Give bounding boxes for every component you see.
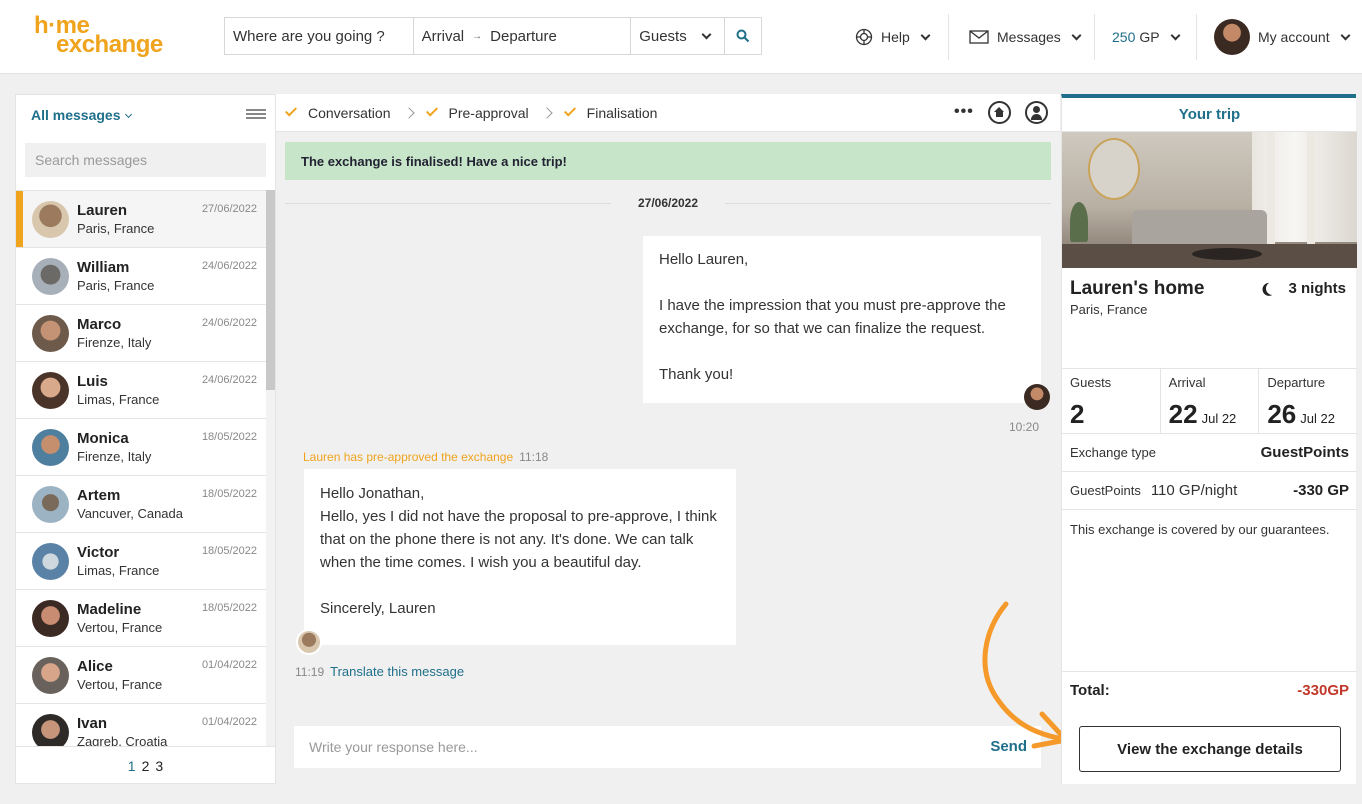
avatar	[32, 429, 69, 466]
message-time: 11:19 Translate this message	[295, 664, 465, 679]
preapproval-note: Lauren has pre-approved the exchange 11:1…	[303, 450, 549, 464]
conversation-item[interactable]: William Paris, France 24/06/2022	[16, 248, 266, 305]
divider	[1196, 14, 1197, 60]
all-messages-dropdown[interactable]: All messages	[31, 107, 132, 123]
date-separator: 27/06/2022	[285, 194, 1051, 214]
checkmark-icon	[563, 104, 576, 117]
finalised-banner: The exchange is finalised! Have a nice t…	[285, 142, 1051, 180]
avatar	[32, 315, 69, 352]
home-name: Lauren's home	[1070, 278, 1205, 299]
conversation-item[interactable]: Marco Firenze, Italy 24/06/2022	[16, 305, 266, 362]
chevron-down-icon	[124, 110, 132, 119]
conversations-panel: All messages Lauren Paris, France 27/06/…	[15, 94, 276, 784]
chevron-down-icon	[1340, 30, 1351, 40]
arrival-cell: Arrival 22 Jul 22	[1161, 369, 1260, 433]
message-time: 10:20	[1009, 420, 1040, 434]
search-bar: Where are you going ? Arrival → Departur…	[224, 17, 762, 55]
dates-field[interactable]: Arrival → Departure	[414, 18, 632, 54]
conversation-item[interactable]: Luis Limas, France 24/06/2022	[16, 362, 266, 419]
chevron-down-icon	[920, 30, 931, 40]
pagination: 1 2 3	[16, 746, 275, 784]
guarantee-note: This exchange is covered by our guarante…	[1070, 522, 1330, 537]
guests-cell: Guests 2	[1062, 369, 1161, 433]
reply-box: Send	[294, 726, 1041, 768]
avatar	[1024, 384, 1050, 410]
avatar	[32, 258, 69, 295]
avatar	[32, 714, 69, 746]
page-3-link[interactable]: 3	[155, 758, 163, 774]
avatar	[32, 372, 69, 409]
account-menu[interactable]: My account	[1214, 0, 1351, 74]
view-exchange-details-button[interactable]: View the exchange details	[1079, 726, 1341, 772]
avatar	[32, 486, 69, 523]
avatar	[32, 600, 69, 637]
profile-button[interactable]	[1025, 101, 1048, 124]
conversation-item[interactable]: Madeline Vertou, France 18/05/2022	[16, 590, 266, 647]
avatar	[1214, 19, 1250, 55]
departure-cell: Departure 26 Jul 22	[1267, 375, 1335, 429]
divider	[1094, 14, 1095, 60]
conversation-item[interactable]: Ivan Zagreb, Croatia 01/04/2022	[16, 704, 266, 746]
nights-count: 3 nights	[1266, 280, 1346, 297]
search-button[interactable]	[725, 18, 761, 54]
conversation-list: Lauren Paris, France 27/06/2022 William …	[16, 190, 266, 746]
trip-panel: Your trip Lauren's home 3 nights Paris, …	[1061, 94, 1357, 784]
help-menu[interactable]: Help	[855, 0, 931, 74]
step-pre-approval: Pre-approval	[425, 104, 529, 121]
checkmark-icon	[425, 104, 438, 117]
arrow-right-icon: →	[472, 30, 483, 42]
search-icon	[736, 29, 750, 43]
user-icon	[1033, 106, 1040, 113]
guestpoints-menu[interactable]: 250 GP	[1112, 0, 1181, 74]
trip-title: Your trip	[1062, 98, 1357, 132]
scrollbar-thumb[interactable]	[266, 190, 275, 390]
chevron-down-icon	[1170, 30, 1181, 40]
conversation-item[interactable]: Lauren Paris, France 27/06/2022	[16, 191, 266, 248]
chevron-down-icon	[701, 29, 712, 39]
trip-summary-grid: Guests 2 Arrival 22 Jul 22 Departure 26 Ju…	[1062, 368, 1357, 434]
homeexchange-logo[interactable]: h·me exchange	[34, 14, 174, 60]
page-1-link[interactable]: 1	[128, 758, 136, 774]
translate-link[interactable]: Translate this message	[330, 664, 464, 679]
destination-field[interactable]: Where are you going ?	[225, 18, 414, 54]
chevron-right-icon	[540, 106, 553, 119]
home-photo[interactable]	[1062, 132, 1357, 268]
home-location: Paris, France	[1070, 302, 1148, 317]
avatar	[32, 657, 69, 694]
more-options-icon[interactable]: •••	[954, 103, 974, 121]
avatar	[32, 201, 69, 238]
home-button[interactable]	[988, 101, 1011, 124]
chevron-right-icon	[402, 106, 415, 119]
step-conversation: Conversation	[284, 104, 391, 121]
list-view-icon[interactable]	[246, 109, 266, 123]
exchange-steps: Conversation Pre-approval Finalisation •…	[276, 94, 1060, 132]
moon-icon	[1265, 280, 1282, 297]
total-row: Total: -330GP	[1062, 671, 1357, 709]
guests-dropdown[interactable]: Guests	[631, 18, 726, 54]
lifebuoy-icon	[855, 28, 873, 46]
conversation-scrollbar[interactable]	[266, 190, 275, 746]
chevron-down-icon	[1071, 30, 1082, 40]
envelope-icon	[969, 30, 989, 44]
message-bubble-sent: Hello Lauren, I have the impression that…	[643, 236, 1041, 403]
message-bubble-received: Hello Jonathan, Hello, yes I did not hav…	[304, 469, 736, 645]
checkmark-icon	[284, 104, 298, 117]
conversation-item[interactable]: Victor Limas, France 18/05/2022	[16, 533, 266, 590]
conversation-item[interactable]: Monica Firenze, Italy 18/05/2022	[16, 419, 266, 476]
page-2-link[interactable]: 2	[142, 758, 150, 774]
search-messages-input[interactable]	[25, 143, 266, 177]
conversation-item[interactable]: Artem Vancuver, Canada 18/05/2022	[16, 476, 266, 533]
exchange-type-row: Exchange type GuestPoints	[1062, 434, 1357, 472]
divider	[948, 14, 949, 60]
reply-input[interactable]	[294, 726, 974, 768]
conversation-panel: Conversation Pre-approval Finalisation •…	[276, 94, 1060, 784]
conversations-header: All messages	[16, 95, 275, 135]
step-finalisation: Finalisation	[563, 104, 657, 121]
guestpoints-row: GuestPoints 110 GP/night -330 GP	[1062, 472, 1357, 510]
avatar	[32, 543, 69, 580]
avatar	[296, 629, 322, 655]
conversation-item[interactable]: Alice Vertou, France 01/04/2022	[16, 647, 266, 704]
messages-menu[interactable]: Messages	[969, 0, 1082, 74]
header: h·me exchange Where are you going ? Arri…	[0, 0, 1362, 74]
